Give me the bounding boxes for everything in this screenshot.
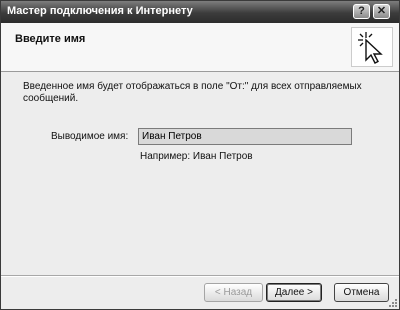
example-hint: Например: Иван Петров [140, 151, 253, 162]
description-text: Введенное имя будет отображаться в поле … [23, 81, 362, 104]
wizard-header: Введите имя [1, 23, 399, 72]
display-name-input[interactable] [138, 128, 352, 145]
window-title: Мастер подключения к Интернету [7, 5, 193, 17]
close-button[interactable]: ✕ [373, 4, 390, 19]
title-bar[interactable]: Мастер подключения к Интернету ? ✕ [1, 1, 399, 23]
next-button[interactable]: Далее > [266, 283, 322, 302]
page-title: Введите имя [15, 33, 86, 45]
display-name-label: Выводимое имя: [51, 131, 129, 142]
help-icon: ? [358, 5, 365, 17]
footer-divider [1, 275, 399, 277]
cancel-button[interactable]: Отмена [334, 283, 389, 302]
back-button[interactable]: < Назад [204, 283, 263, 302]
close-icon: ✕ [376, 5, 387, 17]
wizard-cursor-icon [351, 27, 393, 67]
help-button[interactable]: ? [353, 4, 370, 19]
wizard-window: Мастер подключения к Интернету ? ✕ Введи… [0, 0, 400, 310]
resize-grip-icon[interactable] [387, 299, 397, 307]
